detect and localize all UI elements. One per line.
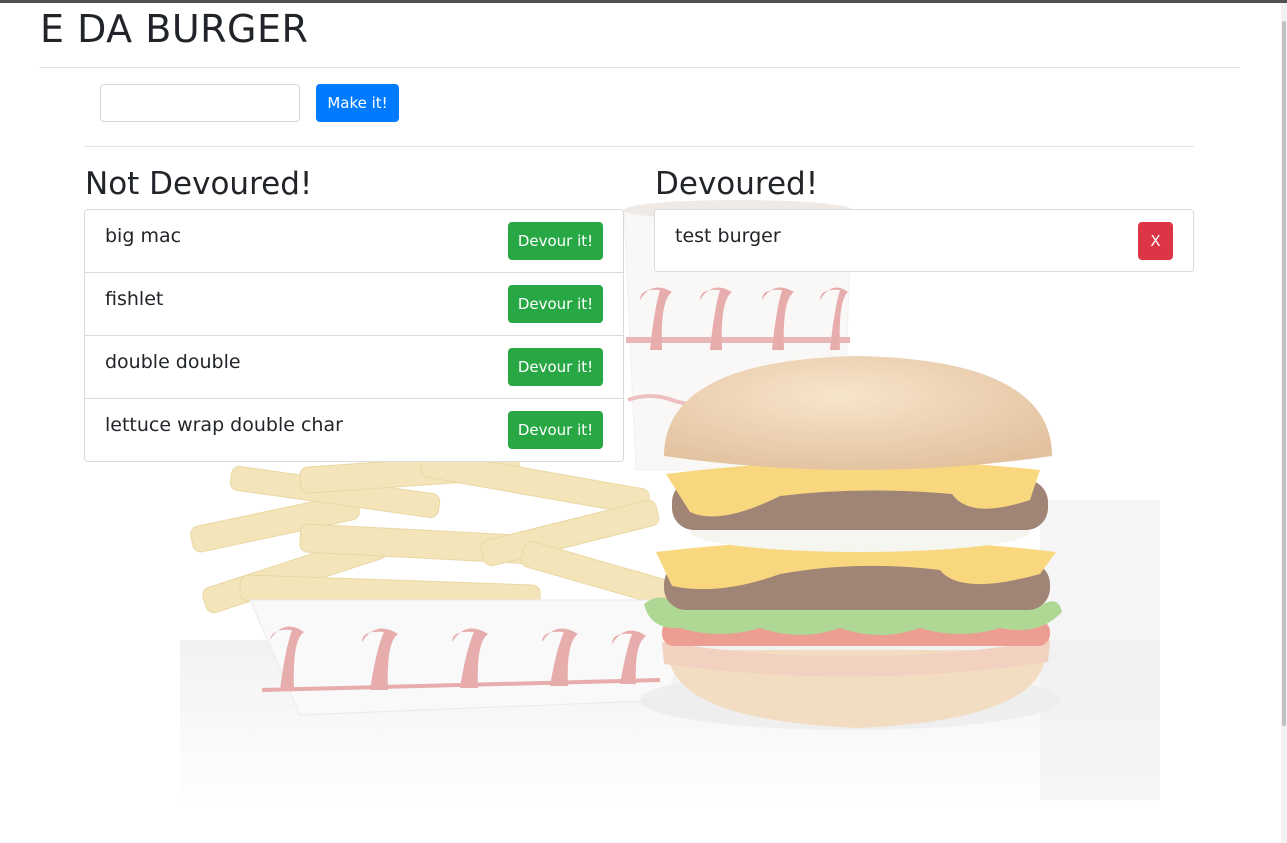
burger-name: big mac xyxy=(105,225,182,247)
devoured-heading: Devoured! xyxy=(655,166,819,202)
list-item: test burger X xyxy=(655,210,1193,273)
form-divider xyxy=(84,146,1194,147)
delete-button[interactable]: X xyxy=(1138,222,1173,260)
not-devoured-list: big mac Devour it! fishlet Devour it! do… xyxy=(84,209,624,462)
devour-button[interactable]: Devour it! xyxy=(508,222,603,260)
devour-button[interactable]: Devour it! xyxy=(508,348,603,386)
list-item: lettuce wrap double char Devour it! xyxy=(85,399,623,462)
devoured-list: test burger X xyxy=(654,209,1194,272)
make-it-button[interactable]: Make it! xyxy=(316,84,399,122)
burger-name: lettuce wrap double char xyxy=(105,414,343,436)
page-scrollbar[interactable] xyxy=(1281,3,1287,843)
devour-button[interactable]: Devour it! xyxy=(508,285,603,323)
not-devoured-heading: Not Devoured! xyxy=(85,166,313,202)
list-item: fishlet Devour it! xyxy=(85,273,623,336)
burger-name: double double xyxy=(105,351,241,373)
header-divider xyxy=(39,67,1240,68)
page-title: E DA BURGER xyxy=(40,7,309,51)
scrollbar-thumb[interactable] xyxy=(1282,21,1286,726)
burger-name: fishlet xyxy=(105,288,164,310)
list-item: double double Devour it! xyxy=(85,336,623,399)
burger-name: test burger xyxy=(675,225,781,247)
devour-button[interactable]: Devour it! xyxy=(508,411,603,449)
list-item: big mac Devour it! xyxy=(85,210,623,273)
burger-name-input[interactable] xyxy=(100,84,300,122)
